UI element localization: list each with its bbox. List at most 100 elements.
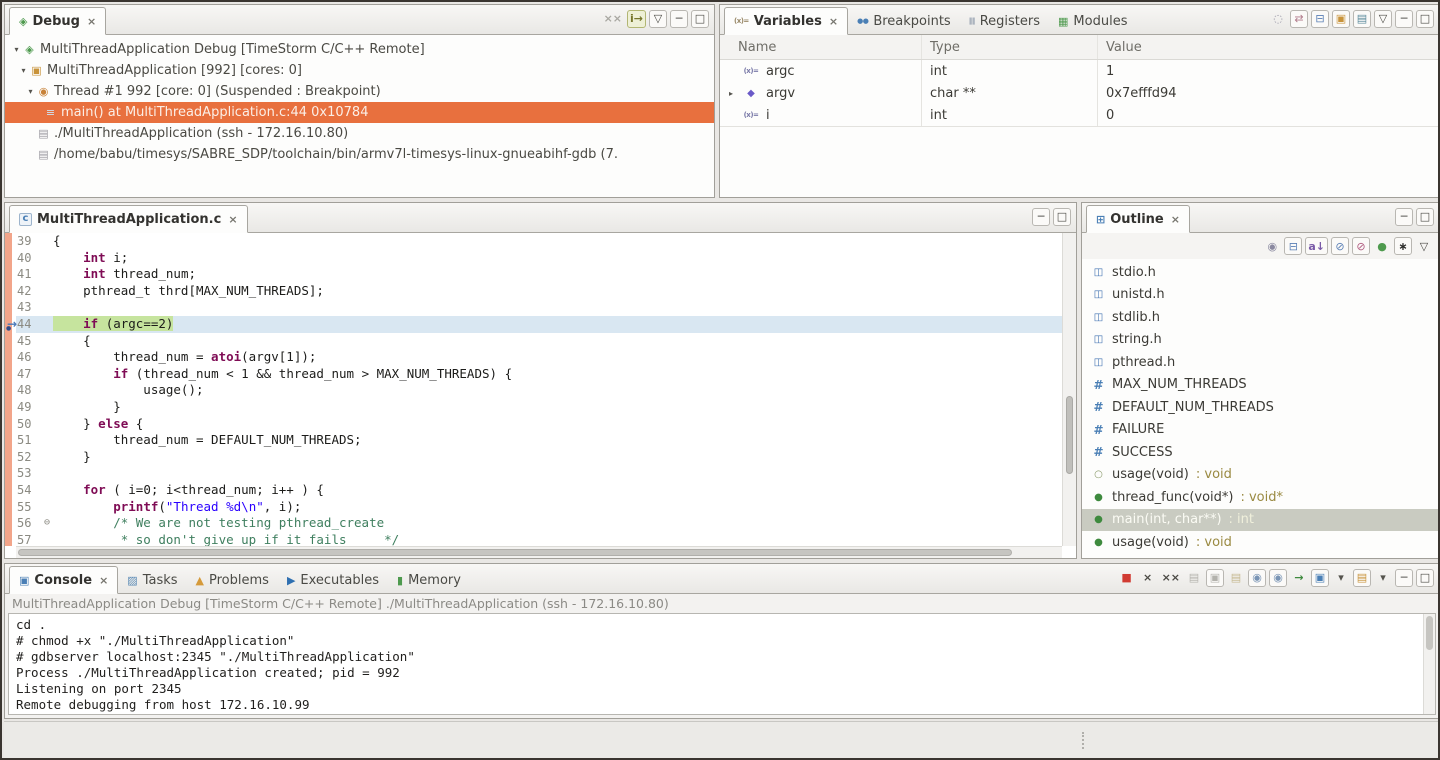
code-line[interactable]: 51 thread_num = DEFAULT_NUM_THREADS; bbox=[16, 432, 1062, 449]
show-type-names-icon[interactable]: ◌ bbox=[1269, 10, 1287, 28]
line-number[interactable]: 56 bbox=[16, 515, 41, 532]
outline-item[interactable]: ●thread_func(void*) : void* bbox=[1082, 486, 1439, 509]
display-selected-console-icon[interactable]: → bbox=[1290, 569, 1308, 587]
fold-icon[interactable]: ⊖ bbox=[41, 515, 53, 532]
line-number[interactable]: 46 bbox=[16, 349, 41, 366]
terminate-icon[interactable]: ■ bbox=[1118, 569, 1136, 587]
code-line[interactable]: 55 printf("Thread %d\n", i); bbox=[16, 499, 1062, 516]
code-line[interactable]: 46 thread_num = atoi(argv[1]); bbox=[16, 349, 1062, 366]
maximize-icon[interactable]: □ bbox=[1416, 208, 1434, 226]
new-console-view-icon[interactable]: ▤ bbox=[1353, 569, 1371, 587]
tab-variables[interactable]: (x)=Variables× bbox=[724, 7, 848, 35]
line-number[interactable]: 54 bbox=[16, 482, 41, 499]
outline-list[interactable]: ◫stdio.h◫unistd.h◫stdlib.h◫string.h◫pthr… bbox=[1082, 259, 1439, 558]
filter-icon[interactable]: ∗ bbox=[1394, 237, 1412, 255]
collapse-all-icon[interactable]: ⊟ bbox=[1311, 10, 1329, 28]
pin-console-icon[interactable]: ▣ bbox=[1206, 569, 1224, 587]
debug-tree-row[interactable]: ▤./MultiThreadApplication (ssh - 172.16.… bbox=[5, 123, 714, 144]
editor-body[interactable]: → ● 39{40 int i;41 int thread_num;42 pth… bbox=[5, 233, 1076, 558]
editor-horizontal-scrollbar[interactable] bbox=[16, 546, 1062, 558]
tab-modules[interactable]: ▦Modules bbox=[1049, 7, 1136, 35]
scrollbar-thumb[interactable] bbox=[18, 549, 1012, 556]
variable-row[interactable]: (x)=iint0 bbox=[720, 104, 1439, 126]
line-number[interactable]: 57 bbox=[16, 532, 41, 546]
minimize-icon[interactable]: ─ bbox=[1395, 208, 1413, 226]
code-line[interactable]: 47 if (thread_num < 1 && thread_num > MA… bbox=[16, 366, 1062, 383]
new-view-icon[interactable]: ▣ bbox=[1332, 10, 1350, 28]
tab-memory[interactable]: ▮Memory bbox=[388, 566, 470, 594]
tab-registers[interactable]: ‖‖Registers bbox=[960, 7, 1049, 35]
variable-row[interactable]: ▸◆argvchar **0x7efffd94 bbox=[720, 82, 1439, 104]
sort-icon[interactable]: a↓ bbox=[1305, 237, 1328, 255]
outline-item[interactable]: ◫stdlib.h bbox=[1082, 306, 1439, 329]
code-line[interactable]: 49 } bbox=[16, 399, 1062, 416]
line-number[interactable]: 45 bbox=[16, 333, 41, 350]
code-line[interactable]: 54 for ( i=0; i<thread_num; i++ ) { bbox=[16, 482, 1062, 499]
close-icon[interactable]: × bbox=[99, 574, 108, 587]
code-line[interactable]: 50 } else { bbox=[16, 416, 1062, 433]
new-console-menu-icon[interactable]: ▾ bbox=[1374, 569, 1392, 587]
tab-console[interactable]: ▣Console× bbox=[9, 566, 118, 594]
line-number[interactable]: 43 bbox=[16, 299, 41, 316]
view-menu-icon[interactable]: ▽ bbox=[1374, 10, 1392, 28]
breakpoint-icon[interactable]: ● bbox=[6, 325, 11, 332]
code-line[interactable]: 39{ bbox=[16, 233, 1062, 250]
code-line[interactable]: 40 int i; bbox=[16, 250, 1062, 267]
debug-tree-row[interactable]: ▾◉Thread #1 992 [core: 0] (Suspended : B… bbox=[5, 81, 714, 102]
link-with-editor-icon[interactable]: ◉ bbox=[1263, 237, 1281, 255]
tab-tasks[interactable]: ▨Tasks bbox=[118, 566, 186, 594]
hide-fields-icon[interactable]: ⊘ bbox=[1331, 237, 1349, 255]
tab-outline[interactable]: ⊞ Outline × bbox=[1086, 205, 1190, 233]
show-logical-structure-icon[interactable]: ⇄ bbox=[1290, 10, 1308, 28]
editor-vertical-scrollbar[interactable] bbox=[1062, 233, 1076, 546]
console-output[interactable]: cd .# chmod +x "./MultiThreadApplication… bbox=[8, 613, 1436, 715]
minimize-icon[interactable]: ─ bbox=[670, 10, 688, 28]
remove-all-terminated-icon[interactable]: ×× bbox=[602, 10, 624, 28]
view-menu-icon[interactable]: ▽ bbox=[1415, 237, 1433, 255]
expander-icon[interactable]: ▾ bbox=[11, 45, 22, 54]
code-line[interactable]: 57 * so don't give up if it fails */ bbox=[16, 532, 1062, 546]
outline-item[interactable]: ◫unistd.h bbox=[1082, 284, 1439, 307]
line-number[interactable]: 40 bbox=[16, 250, 41, 267]
expander-icon[interactable]: ▸ bbox=[726, 89, 736, 98]
outline-item[interactable]: ◫pthread.h bbox=[1082, 351, 1439, 374]
debug-tree-row[interactable]: ▾◈MultiThreadApplication Debug [TimeStor… bbox=[5, 39, 714, 60]
line-number[interactable]: 52 bbox=[16, 449, 41, 466]
tab-executables[interactable]: ▶Executables bbox=[278, 566, 388, 594]
outline-item[interactable]: ●usage(void) : void bbox=[1082, 531, 1439, 554]
outline-item[interactable]: ○usage(void) : void bbox=[1082, 464, 1439, 487]
remove-launch-icon[interactable]: × bbox=[1139, 569, 1157, 587]
maximize-icon[interactable]: □ bbox=[1053, 208, 1071, 226]
open-console-icon[interactable]: ▣ bbox=[1311, 569, 1329, 587]
close-icon[interactable]: × bbox=[829, 15, 838, 28]
console-vertical-scrollbar[interactable] bbox=[1423, 614, 1435, 714]
close-icon[interactable]: × bbox=[1171, 213, 1180, 226]
minimize-icon[interactable]: ─ bbox=[1395, 10, 1413, 28]
outline-item[interactable]: ◫string.h bbox=[1082, 329, 1439, 352]
line-number[interactable]: 53 bbox=[16, 465, 41, 482]
code-line[interactable]: 43 bbox=[16, 299, 1062, 316]
code-line[interactable]: 56⊖ /* We are not testing pthread_create bbox=[16, 515, 1062, 532]
line-number[interactable]: 48 bbox=[16, 382, 41, 399]
maximize-icon[interactable]: □ bbox=[691, 10, 709, 28]
code-line[interactable]: 52 } bbox=[16, 449, 1062, 466]
code-line[interactable]: 44 if (argc==2) bbox=[16, 316, 1062, 333]
column-name[interactable]: Name bbox=[720, 35, 922, 59]
code-line[interactable]: 53 bbox=[16, 465, 1062, 482]
scrollbar-thumb[interactable] bbox=[1426, 616, 1433, 650]
outline-item[interactable]: #SUCCESS bbox=[1082, 441, 1439, 464]
column-value[interactable]: Value bbox=[1098, 35, 1439, 59]
minimize-icon[interactable]: ─ bbox=[1032, 208, 1050, 226]
minimize-icon[interactable]: ─ bbox=[1395, 569, 1413, 587]
view-menu-icon[interactable]: ▽ bbox=[649, 10, 667, 28]
variable-row[interactable]: (x)=argcint1 bbox=[720, 60, 1439, 82]
code-area[interactable]: 39{40 int i;41 int thread_num;42 pthread… bbox=[16, 233, 1062, 546]
line-number[interactable]: 51 bbox=[16, 432, 41, 449]
line-number[interactable]: 47 bbox=[16, 366, 41, 383]
outline-item[interactable]: #DEFAULT_NUM_THREADS bbox=[1082, 396, 1439, 419]
expander-icon[interactable]: ▾ bbox=[18, 66, 29, 75]
outline-item[interactable]: #MAX_NUM_THREADS bbox=[1082, 374, 1439, 397]
expander-icon[interactable]: ▾ bbox=[25, 87, 36, 96]
tab-breakpoints[interactable]: ●●Breakpoints bbox=[848, 7, 960, 35]
outline-item[interactable]: ●main(int, char**) : int bbox=[1082, 509, 1439, 532]
